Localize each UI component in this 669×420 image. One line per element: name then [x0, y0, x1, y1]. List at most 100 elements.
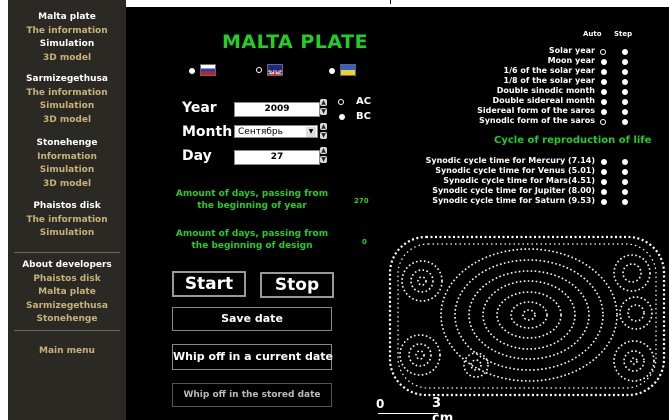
auto-radio-venus[interactable]	[601, 169, 607, 175]
synodic-label-jupiter: Synodic cycle time for Jupiter (8.00)	[432, 186, 595, 195]
sidebar-group-sarmizegethusa: Sarmizegethusa The information Simulatio…	[8, 73, 126, 127]
spin-down-icon[interactable]: ▼	[320, 108, 327, 115]
month-select-value: Сентябрь	[238, 127, 283, 137]
top-tick	[390, 0, 391, 4]
step-radio-one-eighth[interactable]	[622, 79, 628, 85]
month-label: Month	[182, 124, 233, 140]
sidebar-heading-malta[interactable]: Malta plate	[38, 11, 96, 25]
step-radio-moon-year[interactable]	[622, 59, 628, 65]
days-from-year-value: 270	[354, 197, 369, 205]
step-radio-one-sixth[interactable]	[622, 69, 628, 75]
sidebar-item-about-malta[interactable]: Malta plate	[38, 286, 96, 300]
sidebar-item-malta-information[interactable]: The information	[26, 25, 107, 39]
era-radio-bc[interactable]	[339, 114, 345, 120]
sidebar-heading-sarmizegethusa[interactable]: Sarmizegethusa	[26, 73, 108, 87]
start-button[interactable]: Start	[172, 271, 246, 297]
step-radio-saturn[interactable]	[622, 199, 628, 205]
sidebar-heading-phaistos[interactable]: Phaistos disk	[33, 200, 100, 214]
cycle-label-synodic-saros: Synodic form of the saros	[478, 116, 595, 125]
day-label: Day	[182, 148, 212, 164]
scale-line	[378, 413, 438, 414]
language-radio-ua[interactable]	[329, 68, 335, 74]
spin-up-icon[interactable]: ▲	[320, 147, 327, 154]
whip-stored-date-button[interactable]: Whip off in the stored date	[172, 383, 332, 407]
step-radio-double-sidereal[interactable]	[622, 99, 628, 105]
auto-radio-synodic-saros[interactable]	[600, 119, 606, 125]
auto-radio-solar-year[interactable]	[600, 49, 606, 55]
sidebar-item-about-stonehenge[interactable]: Stonehenge	[37, 313, 98, 327]
days-from-year-label: Amount of days, passing from the beginni…	[175, 189, 329, 211]
flag-uk-icon	[267, 64, 283, 76]
step-radio-sidereal-saros[interactable]	[622, 109, 628, 115]
synodic-labels: Synodic cycle time for Mercury (7.14) Sy…	[426, 156, 595, 206]
sidebar-item-about-sarmizegethusa[interactable]: Sarmizegethusa	[26, 300, 108, 314]
days-from-design-label: Amount of days, passing from the beginni…	[175, 229, 329, 251]
spin-up-icon[interactable]: ▲	[320, 99, 327, 106]
year-input[interactable]: 2009	[234, 102, 320, 117]
sidebar-heading-stonehenge[interactable]: Stonehenge	[37, 137, 98, 151]
language-radio-ru[interactable]	[189, 68, 195, 74]
cycle-label-moon-year: Moon year	[547, 56, 595, 65]
sidebar-group-stonehenge: Stonehenge Information Simulation 3D mod…	[8, 137, 126, 191]
step-radio-mercury[interactable]	[622, 159, 628, 165]
sidebar-item-sarmizegethusa-information[interactable]: The information	[26, 87, 107, 101]
auto-radio-saturn[interactable]	[601, 199, 607, 205]
sidebar-item-phaistos-simulation[interactable]: Simulation	[40, 227, 95, 241]
auto-radio-one-eighth[interactable]	[601, 79, 607, 85]
sidebar-group-malta: Malta plate The information Simulation 3…	[8, 11, 126, 65]
sidebar-item-stonehenge-simulation[interactable]: Simulation	[40, 164, 95, 178]
month-spinner[interactable]: ▲ ▼	[320, 123, 328, 139]
cycle-label-double-sidereal: Double sidereal month	[492, 96, 595, 105]
step-radio-jupiter[interactable]	[622, 189, 628, 195]
day-input[interactable]: 27	[234, 150, 320, 165]
sidebar-item-sarmizegethusa-simulation[interactable]: Simulation	[40, 100, 95, 114]
chevron-down-icon[interactable]: ▼	[306, 127, 316, 137]
cycle-labels: Solar year Moon year 1/6 of the solar ye…	[477, 46, 595, 126]
auto-radio-sidereal-saros[interactable]	[601, 109, 607, 115]
spin-up-icon[interactable]: ▲	[320, 123, 327, 130]
sidebar-item-stonehenge-3d-model[interactable]: 3D model	[43, 178, 91, 192]
step-radio-venus[interactable]	[622, 169, 628, 175]
sidebar-item-about-phaistos[interactable]: Phaistos disk	[33, 273, 100, 287]
sidebar-heading-about-developers[interactable]: About developers	[22, 259, 112, 273]
year-spinner[interactable]: ▲ ▼	[320, 99, 328, 115]
sidebar-item-phaistos-information[interactable]: The information	[26, 214, 107, 228]
spin-down-icon[interactable]: ▼	[320, 156, 327, 163]
auto-radio-mercury[interactable]	[601, 159, 607, 165]
sidebar-main-menu[interactable]: Main menu	[8, 345, 126, 359]
year-label: Year	[182, 100, 217, 116]
sidebar: Malta plate The information Simulation 3…	[8, 0, 126, 420]
flag-russia-icon	[200, 64, 216, 76]
spin-down-icon[interactable]: ▼	[320, 132, 327, 139]
step-radio-solar-year[interactable]	[622, 49, 628, 55]
step-radio-double-sinodic[interactable]	[622, 89, 628, 95]
auto-radio-double-sinodic[interactable]	[601, 89, 607, 95]
step-radio-synodic-saros[interactable]	[622, 119, 628, 125]
era-radio-ac[interactable]	[338, 99, 344, 105]
sidebar-divider-2	[14, 330, 120, 331]
auto-radio-one-sixth[interactable]	[601, 69, 607, 75]
auto-radio-double-sidereal[interactable]	[601, 99, 607, 105]
month-select[interactable]: Сентябрь ▼	[234, 125, 318, 138]
auto-radio-mars[interactable]	[601, 179, 607, 185]
page-title: MALTA PLATE	[222, 31, 369, 53]
language-radio-uk[interactable]	[256, 67, 262, 73]
step-radio-mars[interactable]	[622, 179, 628, 185]
auto-radio-jupiter[interactable]	[601, 189, 607, 195]
sidebar-item-stonehenge-information[interactable]: Information	[37, 151, 97, 165]
step-column-header: Step	[614, 30, 633, 38]
save-date-button[interactable]: Save date	[172, 307, 332, 331]
sidebar-item-malta-3d-model[interactable]: 3D model	[43, 52, 91, 66]
era-bc-label: BC	[356, 111, 371, 122]
sidebar-item-malta-simulation[interactable]: Simulation	[40, 38, 95, 52]
synodic-label-mars: Synodic cycle time for Mars(4.51)	[443, 176, 595, 185]
auto-column-header: Auto	[583, 30, 602, 38]
synodic-label-venus: Synodic cycle time for Venus (5.01)	[435, 166, 595, 175]
auto-radio-moon-year[interactable]	[601, 59, 607, 65]
sidebar-item-sarmizegethusa-3d-model[interactable]: 3D model	[43, 114, 91, 128]
app-window: Malta plate The information Simulation 3…	[0, 0, 669, 420]
stop-button[interactable]: Stop	[260, 272, 334, 298]
whip-current-date-button[interactable]: Whip off in a current date	[172, 344, 333, 370]
cycle-label-one-eighth: 1/8 of the solar year	[503, 76, 595, 85]
day-spinner[interactable]: ▲ ▼	[320, 147, 328, 163]
